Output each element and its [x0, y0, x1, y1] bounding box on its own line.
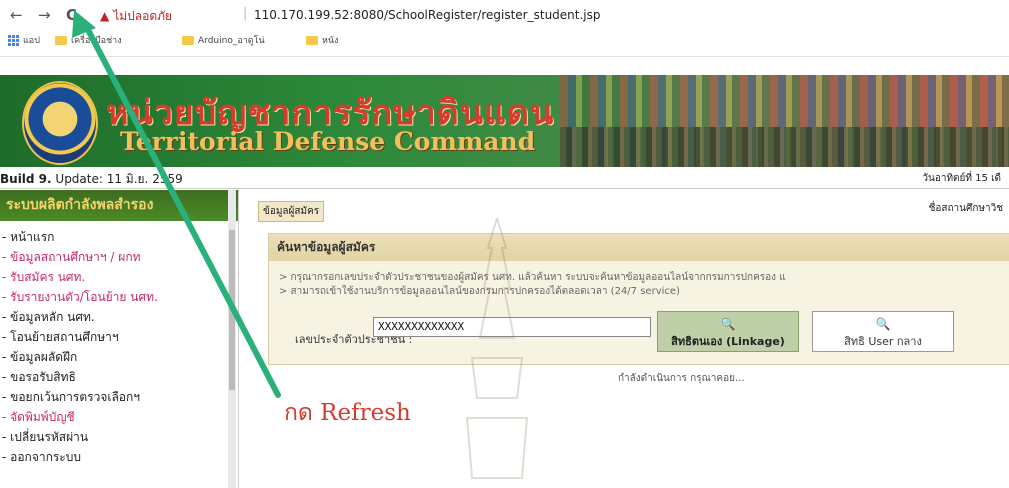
sidebar-item-logout[interactable]: - ออกจากระบบ [0, 447, 238, 467]
sidebar-scrollbar[interactable] [228, 190, 236, 488]
info-bar: Build 9. Update: 11 มิ.ย. 2559 วันอาทิตย… [0, 169, 1009, 189]
search-icon: 🔍 [720, 317, 736, 331]
watermark-logo [465, 218, 529, 479]
sidebar-item-training-shift[interactable]: - ข้อมูลผลัดฝึก [0, 347, 238, 367]
bookmark-label: แอป [23, 36, 40, 46]
bookmark-arduino[interactable]: Arduino_อาดูโน่ [182, 33, 265, 47]
sidebar-item-student-data[interactable]: - ข้อมูลหลัก นศท. [0, 307, 238, 327]
url-separator: | [243, 6, 248, 21]
banner-english-title: Territorial Defense Command [120, 127, 536, 156]
banner-troops-image [560, 127, 1009, 167]
reload-icon[interactable]: C [66, 6, 77, 24]
instruction-note-1: > กรุณากรอกเลขประจำตัวประชาชนของผู้สมัคร… [279, 272, 786, 283]
bookmark-label: Arduino_อาดูโน่ [198, 36, 265, 46]
search-icon: 🔍 [875, 317, 891, 331]
sidebar-item-school-info[interactable]: - ข้อมูลสถานศึกษาฯ / ผกท [0, 247, 238, 267]
tab-applicant-info[interactable]: ข้อมูลผู้สมัคร [258, 201, 325, 222]
back-icon[interactable]: ← [10, 6, 23, 24]
browser-chrome: ← → C ▲ ไม่ปลอดภัย | 110.170.199.52:8080/… [0, 0, 1009, 57]
warning-triangle-icon: ▲ [100, 9, 110, 23]
central-user-search-button[interactable]: 🔍 สิทธิ User กลาง [812, 311, 954, 352]
sidebar-item-school-transfer[interactable]: - โอนย้ายสถานศึกษาฯ [0, 327, 238, 347]
current-date: วันอาทิตย์ที่ 15 เดื [922, 173, 1001, 184]
sidebar-title: ระบบผลิตกำลังพลสำรอง [0, 190, 238, 221]
sidebar-item-await-rights[interactable]: - ขอรอรับสิทธิ [0, 367, 238, 387]
sidebar-item-home[interactable]: - หน้าแรก [0, 227, 238, 247]
linkage-button-label: สิทธิตนเอง (Linkage) [671, 335, 785, 348]
refresh-annotation: กด Refresh [284, 400, 411, 426]
main-content: ข้อมูลผู้สมัคร ชื่อสถานศึกษาวิช ค้นหาข้อ… [244, 190, 1009, 488]
bookmark-movies[interactable]: หนัง [306, 33, 338, 47]
security-warning-label: ไม่ปลอดภัย [113, 9, 173, 23]
scrollbar-thumb[interactable] [229, 230, 235, 390]
emblem-logo [22, 81, 98, 165]
build-update: Update: 11 มิ.ย. 2559 [51, 172, 183, 186]
bookmark-label: เครื่องมือช่าง [71, 36, 122, 46]
build-info: Build 9. Update: 11 มิ.ย. 2559 [0, 170, 183, 189]
apps-grid-icon [8, 34, 19, 46]
sidebar-item-register[interactable]: - รับสมัคร นศท. [0, 267, 238, 287]
site-banner: หน่วยบัญชาการรักษาดินแดน Territorial Def… [0, 75, 1009, 167]
address-bar[interactable]: 110.170.199.52:8080/SchoolRegister/regis… [254, 8, 601, 22]
folder-icon [182, 35, 194, 45]
folder-icon [306, 35, 318, 45]
search-panel-title: ค้นหาข้อมูลผู้สมัคร [269, 234, 1009, 261]
sidebar-item-change-password[interactable]: - เปลี่ยนรหัสผ่าน [0, 427, 238, 447]
sidebar: ระบบผลิตกำลังพลสำรอง - หน้าแรก - ข้อมูลส… [0, 190, 239, 488]
loading-status: กำลังดำเนินการ กรุณาคอย... [618, 373, 745, 384]
sidebar-item-print-list[interactable]: - จัดพิมพ์บัญชี [0, 407, 238, 427]
central-user-button-label: สิทธิ User กลาง [844, 335, 922, 348]
bookmark-tools[interactable]: เครื่องมือช่าง [55, 33, 122, 47]
sidebar-menu: - หน้าแรก - ข้อมูลสถานศึกษาฯ / ผกท - รับ… [0, 221, 238, 467]
bookmark-apps[interactable]: แอป [8, 33, 40, 47]
sidebar-item-report-transfer[interactable]: - รับรายงานตัว/โอนย้าย นศท. [0, 287, 238, 307]
forward-icon[interactable]: → [38, 6, 51, 24]
folder-icon [55, 35, 67, 45]
build-number: Build 9. [0, 172, 52, 186]
security-warning[interactable]: ▲ ไม่ปลอดภัย [100, 7, 172, 26]
sidebar-item-exemption[interactable]: - ขอยกเว้นการตรวจเลือกฯ [0, 387, 238, 407]
linkage-search-button[interactable]: 🔍 สิทธิตนเอง (Linkage) [657, 311, 799, 352]
search-panel: ค้นหาข้อมูลผู้สมัคร > กรุณากรอกเลขประจำต… [268, 233, 1009, 365]
school-name-label: ชื่อสถานศึกษาวิช [928, 203, 1003, 214]
bookmark-label: หนัง [322, 36, 339, 46]
